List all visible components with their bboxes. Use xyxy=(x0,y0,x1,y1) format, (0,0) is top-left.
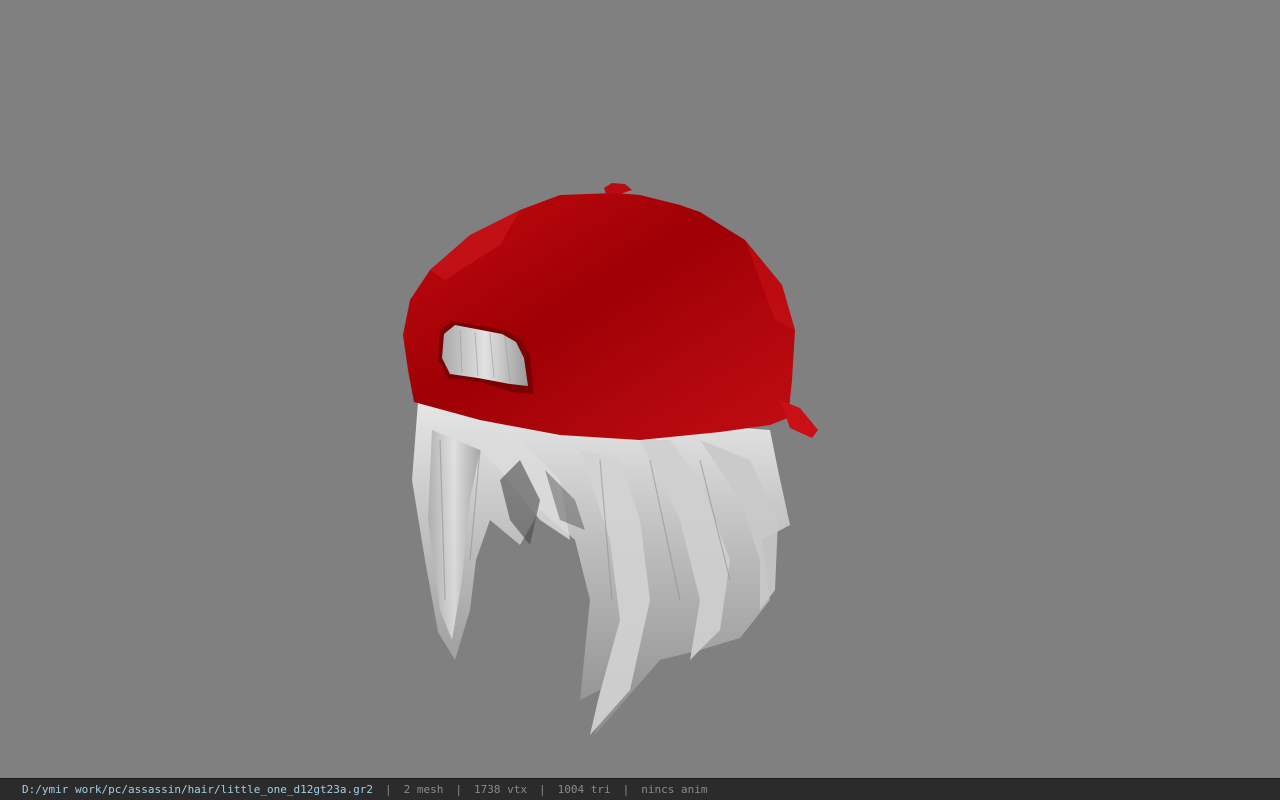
vertex-count: 1738 vtx xyxy=(474,783,527,796)
separator: | xyxy=(622,783,630,796)
separator: | xyxy=(538,783,546,796)
triangle-count: 1004 tri xyxy=(557,783,611,796)
separator: | xyxy=(455,783,462,796)
3d-viewport[interactable] xyxy=(0,0,1280,778)
hair-mesh xyxy=(412,402,790,735)
separator: | xyxy=(385,783,392,796)
file-path: D:/ymir work/pc/assassin/hair/little_one… xyxy=(22,783,373,796)
mesh-count: 2 mesh xyxy=(403,783,444,796)
status-bar: D:/ymir work/pc/assassin/hair/little_one… xyxy=(0,778,1280,800)
cap-mesh xyxy=(403,183,818,440)
animation-status: nincs anim xyxy=(641,783,708,796)
model-render xyxy=(403,183,818,735)
